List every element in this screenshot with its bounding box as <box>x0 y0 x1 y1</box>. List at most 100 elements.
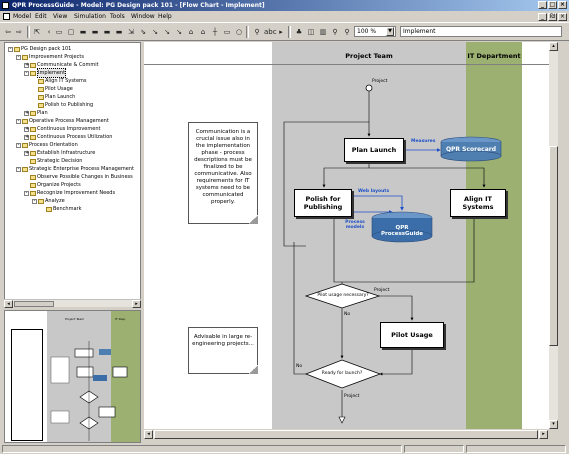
tree-horizontal-scrollbar[interactable]: ◂ ▸ <box>4 299 141 308</box>
collapse-icon[interactable]: - <box>32 198 37 204</box>
collapse-icon[interactable]: - <box>16 118 21 124</box>
scroll-left-icon[interactable]: ◂ <box>144 430 153 439</box>
folder-icon <box>38 198 44 204</box>
menu-help[interactable]: Help <box>158 11 172 22</box>
tree-item[interactable]: Polish to Publishing <box>32 101 93 109</box>
collapse-icon[interactable]: - <box>16 142 21 148</box>
minimize-button[interactable]: _ <box>538 1 547 9</box>
flow-tool-icon[interactable]: ⇲ <box>126 27 136 37</box>
hierarchy-icon[interactable]: ♣ <box>294 27 304 37</box>
tree-item[interactable]: Pilot Usage <box>32 85 73 93</box>
polish-publishing-box[interactable]: Polish for Publishing <box>294 189 352 217</box>
tree-item[interactable]: Plan Launch <box>32 93 75 101</box>
pointer-icon[interactable]: ⇱ <box>32 27 42 37</box>
frame-tool-icon[interactable]: ⌂ <box>186 27 196 37</box>
tree-item[interactable]: Strategic Decision <box>24 157 82 165</box>
ellipse-tool-icon[interactable]: ○ <box>234 27 244 37</box>
flowchart-canvas[interactable]: Project Team IT Department Communication… <box>144 42 557 429</box>
store-tool-icon[interactable]: ▬ <box>114 27 124 37</box>
canvas-horizontal-scrollbar[interactable]: ◂ ▸ <box>144 430 548 439</box>
tree-item[interactable]: - Recognize Improvement Needs <box>24 189 115 197</box>
collapse-icon[interactable]: - <box>16 166 21 172</box>
align-it-box[interactable]: Align IT Systems <box>450 189 506 217</box>
note-tool-icon[interactable]: ▬ <box>78 27 88 37</box>
arrow-left-icon[interactable]: ‹ <box>44 27 54 37</box>
horizontal-scroll-thumb[interactable] <box>154 430 538 439</box>
line-tool-3-icon[interactable]: ↘ <box>174 27 184 37</box>
cross-tool-icon[interactable]: ┼ <box>210 27 220 37</box>
connector-tool-icon[interactable]: ⇘ <box>138 27 148 37</box>
tree-item[interactable]: - Operative Process Management <box>16 117 109 125</box>
tree-item[interactable]: Benchmark <box>40 205 81 213</box>
tree-item[interactable]: Observe Possible Changes in Business <box>24 173 133 181</box>
processguide-label[interactable]: QPR ProcessGuide <box>376 225 428 237</box>
scroll-up-icon[interactable]: ▴ <box>549 42 558 51</box>
view-icon[interactable]: ▥ <box>318 27 328 37</box>
tree-item[interactable]: + Continuous Improvement <box>24 125 100 133</box>
grid-icon[interactable]: ◫ <box>306 27 316 37</box>
vertical-scroll-thumb[interactable] <box>549 146 558 346</box>
expand-icon[interactable]: + <box>24 134 29 140</box>
child-restore-button[interactable]: ₪ <box>548 13 557 21</box>
tree-item[interactable]: - Implement <box>24 68 67 78</box>
collapse-icon[interactable]: - <box>8 46 13 52</box>
menu-edit[interactable]: Edit <box>35 11 47 22</box>
collapse-icon[interactable]: - <box>24 70 29 76</box>
tree-item[interactable]: - Process Orientation <box>16 141 78 149</box>
expand-icon[interactable]: + <box>24 110 29 116</box>
child-close-button[interactable]: × <box>558 13 567 21</box>
close-button[interactable]: × <box>558 1 567 9</box>
tree-item[interactable]: - Analyze <box>32 197 65 205</box>
tree-item[interactable]: Align IT Systems <box>32 77 87 85</box>
line-tool-2-icon[interactable]: ↘ <box>162 27 172 37</box>
menu-tools[interactable]: Tools <box>110 11 125 22</box>
frame-tool-2-icon[interactable]: ⌂ <box>198 27 208 37</box>
tree-scroll-thumb[interactable] <box>14 301 54 307</box>
zoom-in-2-icon[interactable]: ⚲ <box>330 27 340 37</box>
maximize-button[interactable]: □ <box>548 1 557 9</box>
forward-icon[interactable]: ⇨ <box>14 27 24 37</box>
tree-item[interactable]: + Plan <box>24 109 48 117</box>
line-tool-icon[interactable]: ↘ <box>150 27 160 37</box>
zoom-in-icon[interactable]: ⚲ <box>252 27 262 37</box>
element-name-field[interactable]: Implement <box>400 26 562 37</box>
tree-item[interactable]: - Improvement Projects <box>16 53 84 61</box>
overview-navigator[interactable]: Project Team IT Dep. <box>4 310 141 443</box>
abc-tool-icon[interactable]: abc <box>264 27 277 37</box>
expand-icon[interactable]: + <box>24 150 29 156</box>
menu-window[interactable]: Window <box>131 11 155 22</box>
document-tool-icon[interactable]: ▬ <box>102 27 112 37</box>
play-icon[interactable]: ▸ <box>276 27 286 37</box>
menu-view[interactable]: View <box>53 11 67 22</box>
menu-simulation[interactable]: Simulation <box>74 11 106 22</box>
shape-tool-icon[interactable]: ▭ <box>222 27 232 37</box>
collapse-icon[interactable]: - <box>16 54 21 60</box>
expand-icon[interactable]: + <box>24 126 29 132</box>
document-icon[interactable] <box>3 13 10 20</box>
rectangle-tool-icon[interactable]: ▭ <box>54 27 64 37</box>
pilot-usage-box[interactable]: Pilot Usage <box>380 322 444 348</box>
plan-launch-box[interactable]: Plan Launch <box>344 138 404 162</box>
canvas-vertical-scrollbar[interactable]: ▴ ▾ <box>549 42 558 429</box>
tree-item[interactable]: - Strategic Enterprise Process Management <box>16 165 134 173</box>
rounded-rect-tool-icon[interactable]: ▢ <box>66 27 76 37</box>
scroll-right-icon[interactable]: ▸ <box>539 430 548 439</box>
child-minimize-button[interactable]: _ <box>538 13 547 21</box>
back-icon[interactable]: ⇦ <box>3 27 13 37</box>
folder-icon <box>46 206 52 212</box>
tree-item[interactable]: Organize Projects <box>24 181 81 189</box>
tree-item[interactable]: - PG Design pack 101 <box>8 45 71 53</box>
collapse-icon[interactable]: - <box>24 190 29 196</box>
zoom-out-icon[interactable]: ⚲ <box>342 27 352 37</box>
scroll-down-icon[interactable]: ▾ <box>549 420 558 429</box>
model-tree[interactable]: - PG Design pack 101- Improvement Projects… <box>4 42 141 307</box>
expand-icon[interactable]: + <box>24 62 29 68</box>
tree-item[interactable]: + Establish Infrastructure <box>24 149 95 157</box>
chevron-down-icon[interactable]: ▼ <box>386 27 394 36</box>
menu-model[interactable]: Model <box>13 11 31 22</box>
cylinder-tool-icon[interactable]: ▬ <box>90 27 100 37</box>
scroll-left-icon[interactable]: ◂ <box>4 300 13 308</box>
scroll-right-icon[interactable]: ▸ <box>132 300 141 308</box>
scorecard-label[interactable]: QPR Scorecard <box>443 146 499 153</box>
tree-item[interactable]: + Continuous Process Utilization <box>24 133 112 141</box>
